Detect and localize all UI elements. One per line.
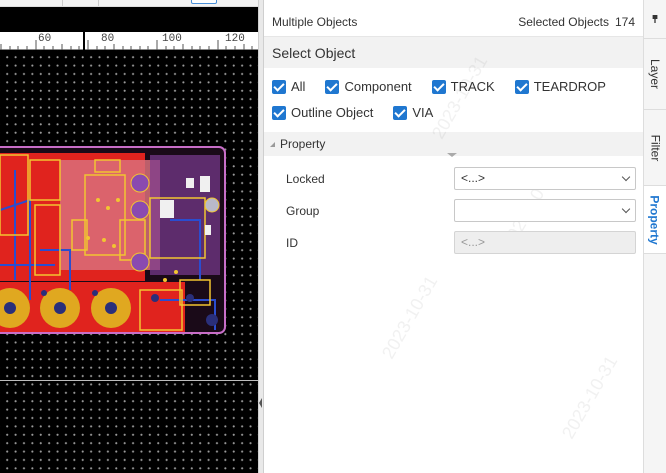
filter-label: Component bbox=[344, 79, 412, 94]
filter-label: TEARDROP bbox=[533, 79, 606, 94]
tab-label: Filter bbox=[648, 134, 663, 161]
filter-label: TRACK bbox=[450, 79, 495, 94]
filter-checkbox-all[interactable]: All bbox=[272, 79, 305, 94]
canvas-divider-line bbox=[0, 380, 258, 381]
ruler-label: 120 bbox=[225, 33, 245, 45]
tab-label: Layer bbox=[648, 58, 662, 90]
locked-select[interactable]: <...> bbox=[454, 167, 636, 190]
pin-icon[interactable] bbox=[651, 15, 659, 23]
property-section-title: Property bbox=[280, 137, 326, 151]
property-row-group: Group bbox=[264, 195, 643, 227]
filter-label: Outline Object bbox=[291, 105, 374, 120]
dropdown-caret-icon bbox=[447, 153, 457, 157]
filter-row: Outline Object VIA bbox=[264, 100, 643, 125]
filter-checkbox-via[interactable]: VIA bbox=[393, 105, 433, 120]
property-label: ID bbox=[286, 236, 298, 250]
checkbox-checked-icon[interactable] bbox=[325, 79, 340, 94]
property-panel: 2023-10-31 2023-10-31 2023-10-31 2023-10… bbox=[264, 7, 643, 473]
filter-checkbox-track[interactable]: TRACK bbox=[431, 79, 495, 94]
capacitors bbox=[0, 288, 131, 328]
tab-property[interactable]: Property bbox=[644, 186, 666, 254]
panel-title: Multiple Objects bbox=[272, 14, 358, 29]
checkbox-checked-icon[interactable] bbox=[272, 79, 286, 94]
triangle-collapse-icon[interactable] bbox=[270, 141, 275, 147]
side-tab-bar: Layer Filter Property bbox=[643, 0, 666, 473]
tab-label: Property bbox=[648, 194, 663, 245]
pcb-canvas[interactable]: 60 80 100 120 bbox=[0, 0, 258, 473]
field-value: <...> bbox=[461, 235, 486, 249]
splitter-arrow-icon[interactable] bbox=[259, 394, 263, 412]
select-value: <...> bbox=[461, 171, 486, 185]
selected-count: 174 bbox=[614, 14, 635, 29]
filter-checkbox-teardrop[interactable]: TEARDROP bbox=[514, 79, 606, 94]
tab-layer[interactable]: Layer bbox=[644, 38, 666, 110]
pcb-board[interactable] bbox=[0, 50, 258, 350]
ruler-label: 80 bbox=[101, 33, 115, 45]
toolbar-button[interactable] bbox=[191, 0, 217, 4]
filter-label: All bbox=[291, 79, 306, 94]
id-field: <...> bbox=[454, 231, 636, 254]
canvas-toolbar-strip bbox=[0, 0, 258, 7]
filter-checkbox-outline-object[interactable]: Outline Object bbox=[272, 105, 373, 120]
checkbox-checked-icon[interactable] bbox=[431, 79, 446, 94]
property-row-locked: Locked <...> bbox=[264, 163, 643, 195]
checkbox-checked-icon[interactable] bbox=[393, 105, 408, 120]
property-label: Group bbox=[286, 204, 320, 218]
chevron-down-icon[interactable] bbox=[621, 204, 631, 214]
selected-count-label: Selected Objects bbox=[518, 14, 609, 29]
filter-row: All Component TRACK TEARDROP bbox=[264, 74, 643, 99]
ruler-label: 100 bbox=[162, 33, 182, 45]
ruler-label: 60 bbox=[38, 33, 52, 45]
tab-filter[interactable]: Filter bbox=[644, 110, 666, 186]
filter-checkbox-component[interactable]: Component bbox=[325, 79, 412, 94]
property-label: Locked bbox=[286, 172, 325, 186]
select-object-title: Select Object bbox=[264, 37, 643, 68]
group-select[interactable] bbox=[454, 199, 636, 222]
filter-label: VIA bbox=[412, 105, 434, 120]
property-row-id: ID <...> bbox=[264, 227, 643, 259]
checkbox-checked-icon[interactable] bbox=[272, 105, 286, 120]
chevron-down-icon[interactable] bbox=[621, 172, 631, 182]
panel-header: Multiple Objects Selected Objects 174 bbox=[264, 7, 643, 37]
horizontal-ruler: 60 80 100 120 bbox=[0, 32, 258, 50]
checkbox-checked-icon[interactable] bbox=[514, 79, 529, 94]
